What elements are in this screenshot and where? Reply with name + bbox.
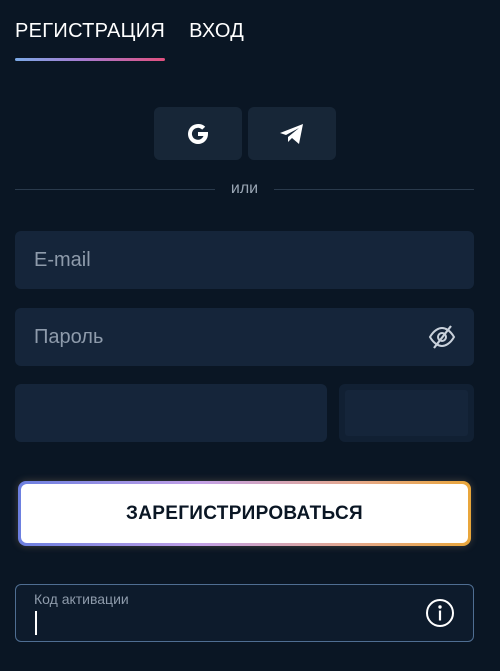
- info-icon[interactable]: [425, 598, 455, 628]
- google-login-button[interactable]: [154, 107, 242, 160]
- tab-login[interactable]: ВХОД: [189, 20, 244, 61]
- telegram-login-button[interactable]: [248, 107, 336, 160]
- tab-login-label: ВХОД: [189, 20, 245, 42]
- activation-code-field[interactable]: Код активации: [15, 584, 474, 642]
- register-button[interactable]: ЗАРЕГИСТРИРОВАТЬСЯ: [21, 484, 468, 543]
- tab-register-label: РЕГИСТРАЦИЯ: [15, 20, 166, 42]
- auth-tabs: РЕГИСТРАЦИЯ ВХОД: [15, 20, 244, 61]
- tab-register[interactable]: РЕГИСТРАЦИЯ: [15, 20, 166, 61]
- password-field-container: [15, 308, 474, 366]
- activation-code-label: Код активации: [34, 591, 129, 607]
- telegram-icon: [280, 123, 303, 144]
- eye-off-icon[interactable]: [428, 324, 456, 350]
- active-tab-underline: [15, 58, 166, 61]
- register-button-border: ЗАРЕГИСТРИРОВАТЬСЯ: [18, 481, 471, 546]
- google-icon: [188, 123, 208, 144]
- divider-line-right: [274, 189, 474, 190]
- captcha-input[interactable]: [15, 384, 327, 442]
- email-field[interactable]: [34, 248, 474, 272]
- email-field-container: [15, 231, 474, 289]
- social-login-buttons: [154, 107, 336, 160]
- text-caret: [35, 611, 37, 635]
- registration-page: РЕГИСТРАЦИЯ ВХОД или E-mail ЗАРЕГИСТРИРО…: [0, 0, 500, 671]
- password-field[interactable]: [34, 325, 474, 349]
- or-divider: или: [15, 180, 474, 200]
- captcha-image-inner: [345, 390, 468, 436]
- captcha-image: [339, 384, 474, 442]
